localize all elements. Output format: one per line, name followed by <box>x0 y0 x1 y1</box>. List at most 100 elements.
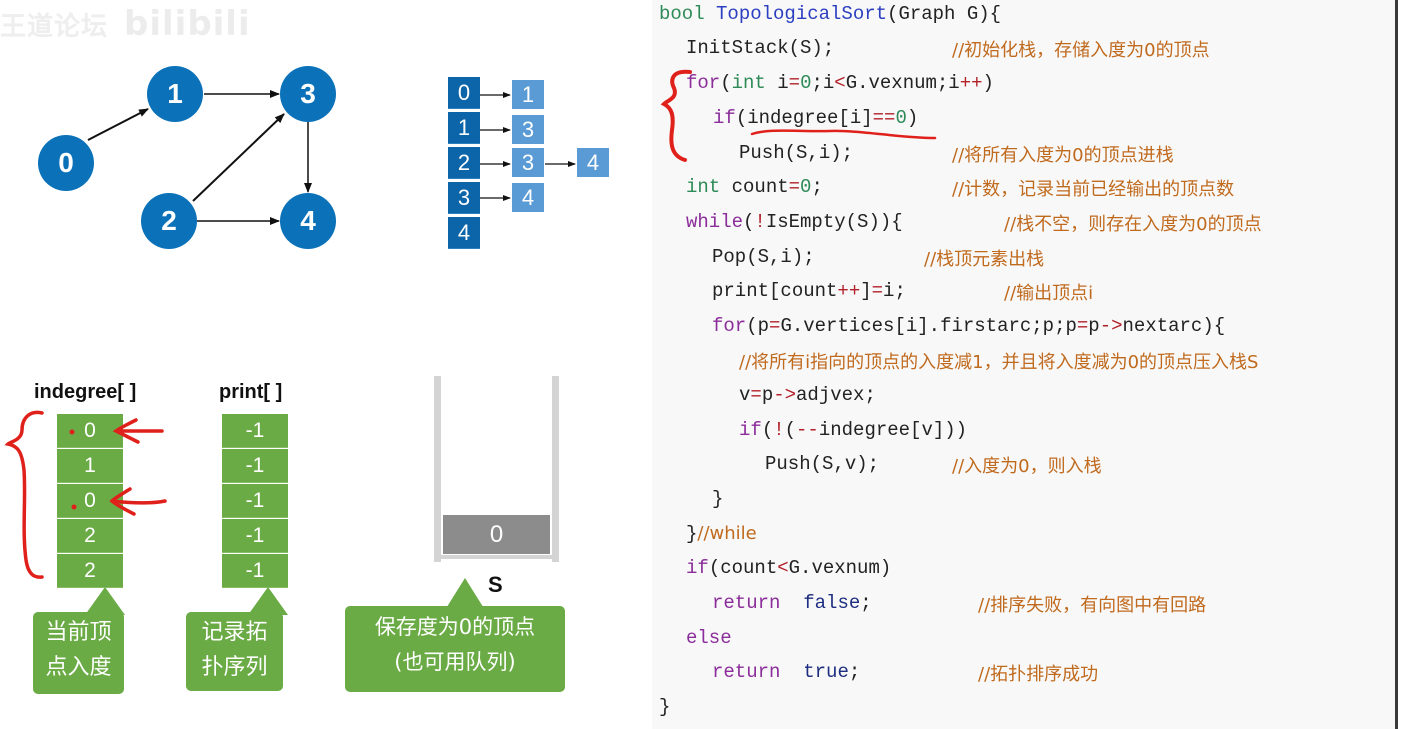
control-keyword: for <box>712 315 747 337</box>
operator: -> <box>773 384 797 406</box>
indegree-cell-4: 2 <box>57 554 123 588</box>
code-line-8: Pop(S,i); <box>712 246 815 268</box>
print-cell-0: -1 <box>222 414 288 448</box>
code-text: IsEmpty(S)){ <box>765 211 903 233</box>
comment-line-2: //初始化栈，存储入度为0的顶点 <box>952 40 1210 61</box>
indegree-brace-annotation <box>4 410 44 579</box>
type-keyword: bool <box>659 3 705 25</box>
code-text: Push(S,v); <box>765 453 880 475</box>
code-text: indegree[v])) <box>818 419 968 441</box>
edge-2-3 <box>192 113 285 202</box>
code-line-10: for(p=G.vertices[i].firstarc;p;p=p->next… <box>712 315 1225 337</box>
code-text: adjvex; <box>796 384 876 406</box>
graph-node-1: 1 <box>147 66 203 122</box>
stack-callout-line-1: 保存度为0的顶点 <box>374 615 536 639</box>
code-line-2: InitStack(S); <box>686 37 834 59</box>
code-text: (indegree[i] <box>735 107 873 129</box>
code-text: (Graph G){ <box>887 3 1002 25</box>
comment-line-8: //栈顶元素出栈 <box>924 249 1045 270</box>
comment-line-5: //将所有入度为0的顶点进栈 <box>952 145 1174 166</box>
control-keyword: return <box>712 592 781 614</box>
operator: < <box>834 72 846 94</box>
graph-node-4: 4 <box>280 193 336 249</box>
operator: ! <box>754 211 766 233</box>
code-text: ( <box>761 419 774 441</box>
comment-line-20: //拓扑排序成功 <box>978 664 1099 685</box>
code-text: count <box>720 176 789 198</box>
code-text: ) <box>982 72 994 94</box>
code-line-16: }//while <box>686 523 757 545</box>
literal: false <box>803 592 861 614</box>
operator: ! <box>773 419 785 441</box>
code-line-21: } <box>659 696 670 718</box>
indegree-callout: 当前顶 点入度 <box>33 612 124 694</box>
stack-callout-pointer <box>445 578 485 610</box>
control-keyword: for <box>686 72 721 94</box>
operator: = <box>750 384 762 406</box>
code-line-7: while(!IsEmpty(S)){ <box>686 211 903 233</box>
code-text: ] <box>860 280 872 302</box>
graph-node-3: 3 <box>280 66 336 122</box>
stack-bottom <box>441 555 552 559</box>
graph-edges <box>87 90 312 225</box>
print-callout: 记录拓 扑序列 <box>186 612 283 691</box>
indegree-cell-0: 0 <box>57 414 123 448</box>
code-text: ( <box>720 72 732 94</box>
type-keyword: int <box>686 176 721 198</box>
code-text: ( <box>743 211 755 233</box>
edge-0-1 <box>87 108 149 141</box>
code-text: G.vertices[i].firstarc;p;p <box>780 315 1077 337</box>
graph-node-2: 2 <box>141 193 197 249</box>
adj-arc-0-0: 1 <box>512 80 544 109</box>
graph-node-0: 0 <box>38 135 94 191</box>
print-cell-1: -1 <box>222 449 288 483</box>
code-text: p <box>761 384 774 406</box>
code-line-13: if(!(--indegree[v])) <box>739 419 967 441</box>
code-text: Push(S,i); <box>739 142 854 164</box>
code-text: (count <box>708 557 778 579</box>
comment: //while <box>697 523 757 544</box>
indegree-cell-2: 0 <box>57 484 123 518</box>
operator: = <box>788 176 801 198</box>
print-cell-3: -1 <box>222 519 288 553</box>
stack-right-wall <box>552 376 559 562</box>
stack-label: S <box>488 572 503 597</box>
code-text: } <box>712 488 724 510</box>
indegree-cell-3: 2 <box>57 519 123 553</box>
code-panel: bool TopologicalSort(Graph G){ InitStack… <box>652 0 1398 729</box>
print-callout-pointer <box>248 587 288 615</box>
literal: true <box>803 661 849 683</box>
control-keyword: if <box>713 107 736 129</box>
code-text: i <box>765 72 789 94</box>
print-cell-4: -1 <box>222 554 288 588</box>
adj-head-1: 1 <box>448 112 480 144</box>
code-text: G.vexnum) <box>788 557 892 579</box>
operator: ++ <box>959 72 983 94</box>
code-text: print[count <box>712 280 838 302</box>
code-text: G.vexnum;i <box>845 72 960 94</box>
code-line-6: int count=0; <box>686 176 823 198</box>
comment-line-11: //将所有i指向的顶点的入度减1，并且将入度减为0的顶点压入栈S <box>739 352 1259 373</box>
code-text: ; <box>860 592 872 614</box>
operator: == <box>872 107 896 129</box>
comment-line-18: //排序失败，有向图中有回路 <box>978 595 1207 616</box>
type-keyword: int <box>731 72 766 94</box>
stack-left-wall <box>434 376 441 562</box>
operator: < <box>777 557 789 579</box>
control-keyword: else <box>686 627 732 649</box>
operator: = <box>871 280 884 302</box>
number: 0 <box>800 72 812 94</box>
code-line-5: Push(S,i); <box>739 142 853 164</box>
stack-callout: 保存度为0的顶点 (也可用队列) <box>345 606 565 692</box>
code-text: ) <box>906 107 919 129</box>
code-line-17: if(count<G.vexnum) <box>686 557 891 579</box>
code-text: } <box>659 696 671 718</box>
adj-arc-1-0: 3 <box>512 115 544 144</box>
code-line-4: if(indegree[i]==0) <box>713 107 918 129</box>
code-text: p <box>1088 315 1100 337</box>
comment-line-14: //入度为0，则入栈 <box>952 456 1102 477</box>
comment-line-9: //输出顶点i <box>1004 283 1094 304</box>
code-line-20: return true; <box>712 661 860 683</box>
code-line-3: for(int i=0;i<G.vexnum;i++) <box>686 72 994 94</box>
code-line-18: return false; <box>712 592 872 614</box>
